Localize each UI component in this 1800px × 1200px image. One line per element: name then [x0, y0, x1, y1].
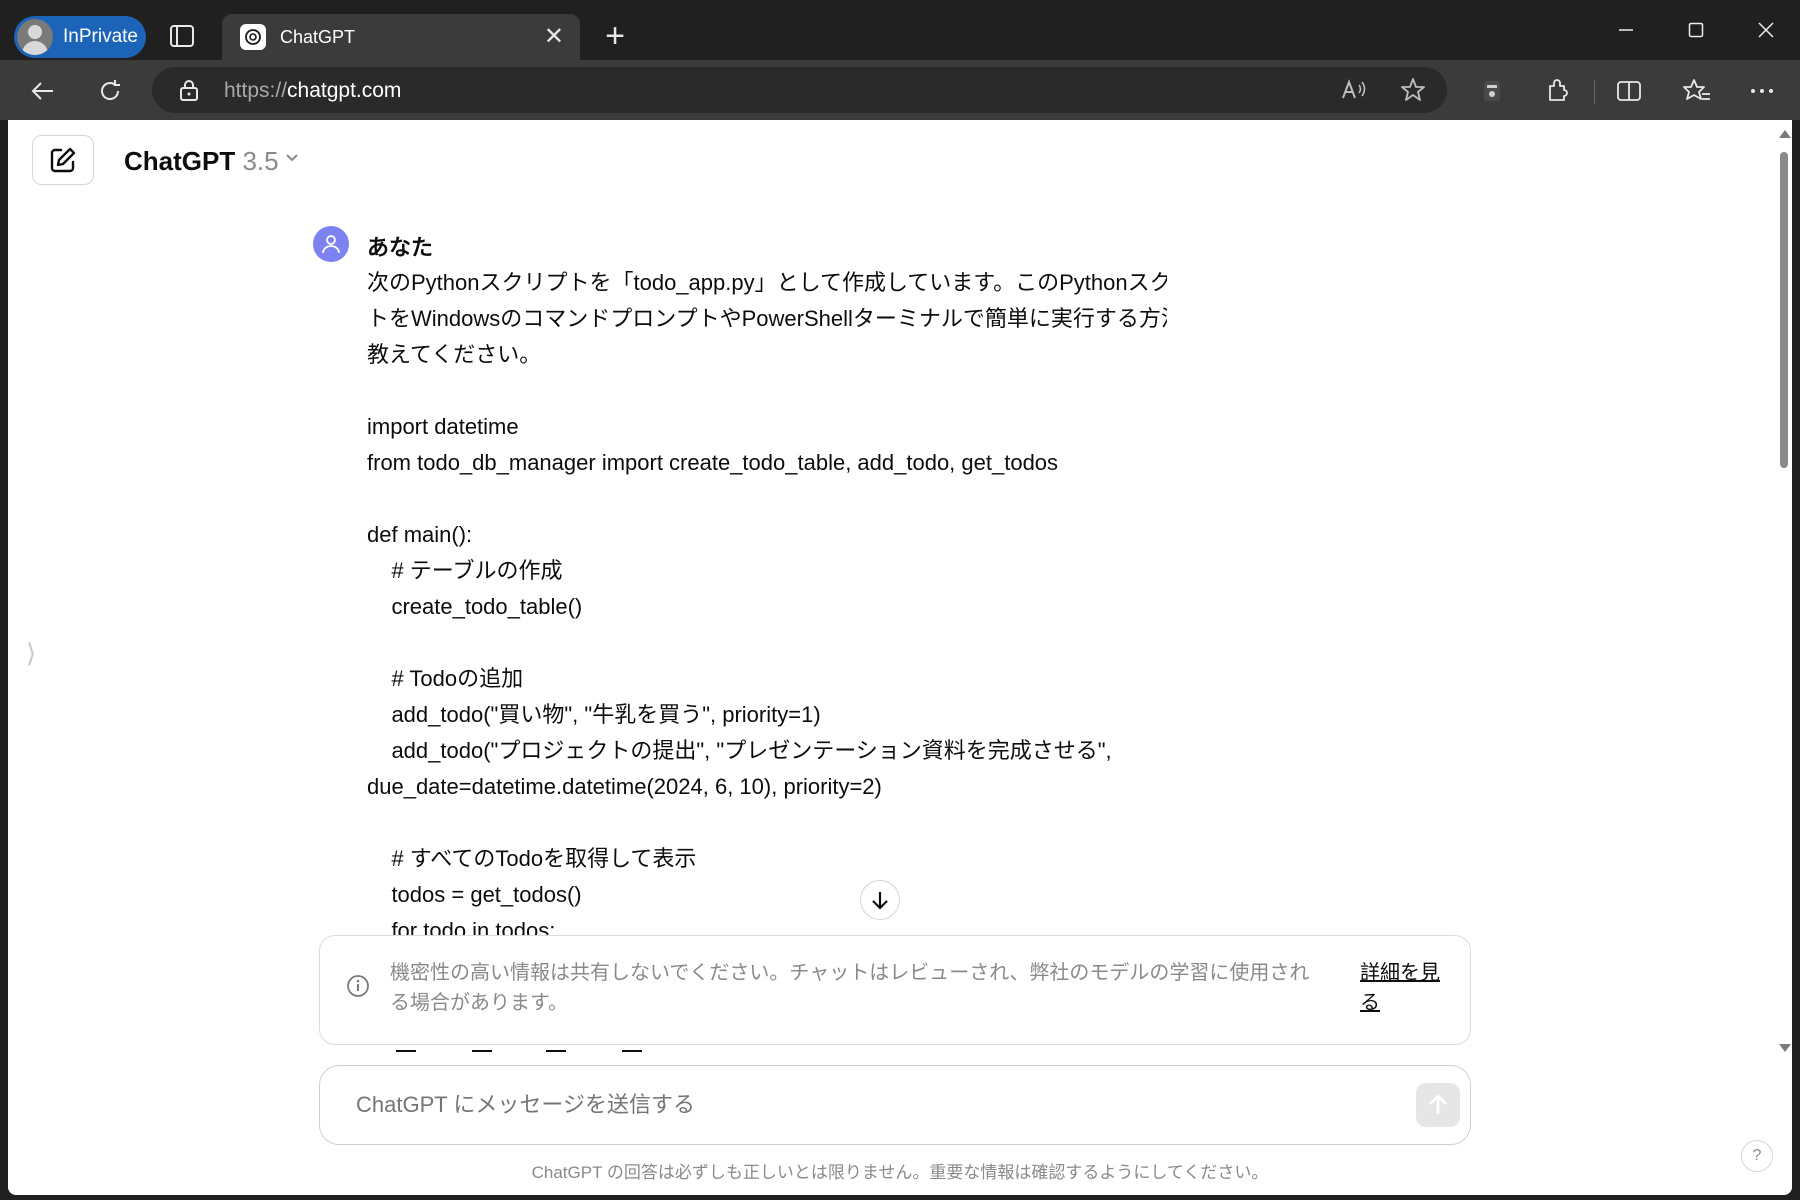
arrow-down-icon	[872, 892, 888, 910]
message-author: あなた	[367, 235, 434, 260]
read-aloud-icon[interactable]	[1337, 73, 1371, 107]
model-selector[interactable]: ChatGPT 3.5	[124, 146, 279, 177]
scroll-up-arrow-icon[interactable]	[1779, 130, 1791, 138]
message-line: create_todo_table()	[367, 594, 583, 619]
message-line: add_todo("買い物", "牛乳を買う", priority=1)	[367, 702, 821, 727]
profile-avatar-icon	[17, 19, 53, 55]
favorite-star-icon[interactable]	[1396, 73, 1430, 107]
extensions-icon[interactable]	[1540, 74, 1574, 108]
scroll-down-arrow-icon[interactable]	[1779, 1044, 1791, 1052]
message-line: # テーブルの作成	[367, 558, 563, 583]
chatgpt-favicon-icon	[240, 24, 266, 50]
inprivate-label: InPrivate	[63, 26, 138, 47]
new-chat-button[interactable]	[32, 135, 94, 185]
chevron-down-icon[interactable]	[284, 150, 300, 171]
message-line: import datetime	[367, 414, 519, 439]
favorites-icon[interactable]	[1680, 74, 1714, 108]
tab-title: ChatGPT	[280, 26, 356, 47]
message-line: 教えてください。	[367, 342, 542, 367]
user-icon	[322, 235, 340, 254]
browser-toolbar: https://chatgpt.com	[0, 60, 1800, 120]
chatgpt-page: ChatGPT 3.5 ⟩ あなた 次のPythonスクリプトを「todo_ap…	[8, 120, 1792, 1195]
page-scrollbar[interactable]	[1776, 120, 1792, 1195]
message-line: # すべてのTodoを取得して表示	[367, 846, 697, 871]
model-version: 3.5	[242, 146, 279, 176]
help-button[interactable]: ?	[1741, 1140, 1773, 1172]
refresh-icon[interactable]	[93, 74, 127, 108]
user-avatar	[313, 226, 349, 262]
message-line	[367, 481, 1167, 517]
new-tab-button[interactable]: +	[598, 18, 632, 54]
toolbar-separator	[1594, 80, 1595, 104]
message-line: # Todoの追加	[367, 666, 524, 691]
message-input[interactable]	[356, 1092, 1356, 1118]
message-line: from todo_db_manager import create_todo_…	[367, 450, 1059, 475]
more-menu-icon[interactable]	[1745, 74, 1779, 108]
window-close-icon[interactable]	[1736, 10, 1796, 50]
learn-more-link[interactable]: 詳細を見る	[1360, 958, 1450, 1018]
obscured-text-fragment	[386, 1045, 686, 1059]
maximize-icon[interactable]	[1666, 10, 1726, 50]
arrow-up-icon	[1429, 1094, 1447, 1114]
scroll-to-bottom-button[interactable]	[860, 880, 900, 920]
tab-actions-icon[interactable]	[164, 22, 200, 52]
message-line: トをWindowsのコマンドプロンプトやPowerShellターミナルで簡単に実…	[367, 306, 1167, 331]
message-line	[367, 805, 1167, 841]
message-line: def main():	[367, 522, 473, 547]
scrollbar-thumb[interactable]	[1780, 152, 1788, 468]
extension-badge-icon[interactable]	[1475, 74, 1509, 108]
message-line: add_todo("プロジェクトの提出", "プレゼンテーション資料を完成させる…	[367, 738, 1112, 763]
tab-close-icon[interactable]: ✕	[544, 25, 564, 49]
url-host: chatgpt.com	[287, 79, 402, 102]
message-line: todos = get_todos()	[367, 882, 582, 907]
back-icon[interactable]	[26, 74, 60, 108]
minimize-icon[interactable]	[1596, 10, 1656, 50]
message-line: 次のPythonスクリプトを「todo_app.py」として作成しています。この…	[367, 270, 1167, 295]
disclaimer-text: 機密性の高い情報は共有しないでください。チャットはレビューされ、弊社のモデルの学…	[390, 962, 1310, 1014]
split-screen-icon[interactable]	[1612, 74, 1646, 108]
inprivate-profile-button[interactable]: InPrivate	[14, 16, 146, 58]
browser-titlebar: InPrivate ChatGPT ✕ +	[0, 0, 1800, 60]
message-composer	[319, 1065, 1471, 1145]
url-scheme: https://	[224, 79, 288, 102]
address-bar[interactable]: https://chatgpt.com	[152, 67, 1447, 113]
lock-icon[interactable]	[172, 73, 206, 107]
info-icon	[346, 974, 370, 1003]
tab-chatgpt[interactable]: ChatGPT ✕	[222, 14, 580, 60]
url-text: https://chatgpt.com	[224, 79, 401, 103]
message-line	[367, 625, 1167, 661]
message-line	[367, 373, 1167, 409]
edit-icon	[50, 147, 76, 173]
message-line: due_date=datetime.datetime(2024, 6, 10),…	[367, 774, 882, 799]
footer-disclaimer: ChatGPT の回答は必ずしも正しいとは限りません。重要な情報は確認するように…	[531, 1163, 1269, 1182]
send-button[interactable]	[1416, 1083, 1460, 1127]
sidebar-toggle-icon[interactable]: ⟩	[26, 638, 36, 669]
privacy-disclaimer: 機密性の高い情報は共有しないでください。チャットはレビューされ、弊社のモデルの学…	[319, 935, 1471, 1045]
model-name: ChatGPT	[124, 146, 236, 176]
